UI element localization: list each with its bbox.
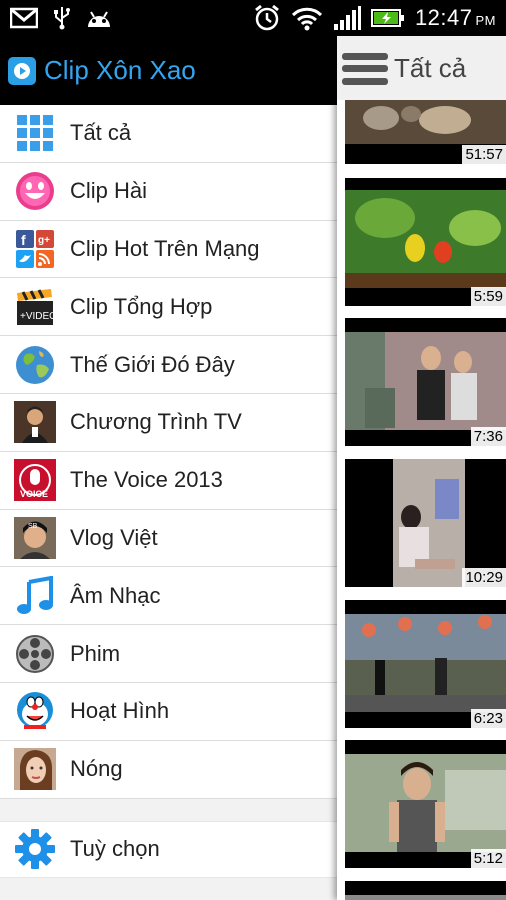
- menu-item-label: Clip Hài: [70, 178, 148, 204]
- menu-item-hoat-hinh[interactable]: Hoạt Hình: [0, 682, 337, 741]
- menu-item-label: Clip Tổng Hợp: [70, 293, 213, 319]
- clock-time: 12:47: [414, 5, 473, 30]
- clock-ampm: PM: [475, 13, 496, 28]
- menu-item-phim[interactable]: Phim: [0, 625, 337, 683]
- video-duration: 5:59: [470, 287, 506, 306]
- smiley-icon: [14, 170, 56, 212]
- video-duration: 51:57: [462, 145, 506, 164]
- menu-item-label: Chương Trình TV: [70, 409, 242, 435]
- video-card[interactable]: 5:59: [337, 178, 506, 318]
- svg-text:VOICE: VOICE: [20, 489, 48, 499]
- menu-item-label: Clip Hot Trên Mạng: [70, 235, 260, 261]
- content-header: Tất cả: [337, 36, 506, 102]
- film-reel-icon: [14, 633, 56, 675]
- android-icon: [88, 11, 110, 27]
- video-duration: 7:36: [470, 427, 506, 446]
- category-menu: Tất cả Clip Hài f g+ Clip Hot Trên Mạng +…: [0, 105, 337, 799]
- svg-text:+VIDEO: +VIDEO: [20, 311, 55, 322]
- signal-icon: [333, 6, 361, 30]
- video-card[interactable]: 7:36: [337, 318, 506, 458]
- svg-text:SB: SB: [28, 523, 38, 530]
- svg-text:f: f: [21, 232, 26, 248]
- video-thumbnail[interactable]: 5:59: [345, 178, 506, 306]
- video-card[interactable]: [337, 881, 506, 900]
- menu-item-label: Thế Giới Đó Đây: [70, 351, 235, 377]
- navigation-drawer: Clip Xôn Xao Tất cả Clip Hài f g+ Clip Ho…: [0, 36, 337, 900]
- menu-item-label: Phim: [70, 640, 121, 666]
- portrait-icon: [14, 748, 56, 791]
- social-icon: f g+: [14, 228, 56, 270]
- screen: 12:47 PM Clip Xôn Xao Tất cả Clip Hài f …: [0, 0, 506, 900]
- video-card[interactable]: 51:57: [337, 100, 506, 166]
- drawer-header: Clip Xôn Xao: [0, 36, 337, 105]
- tv-host-icon: [14, 401, 56, 444]
- app-title: Clip Xôn Xao: [44, 55, 196, 85]
- grid-icon: [14, 112, 56, 154]
- video-card[interactable]: 5:12: [337, 740, 506, 880]
- the-voice-icon: VOICE: [14, 459, 56, 502]
- video-thumbnail[interactable]: 5:12: [345, 740, 506, 868]
- video-feed-panel[interactable]: Tất cả 51:57 5:59 7:36 10:29 6:23 5:12: [337, 36, 506, 900]
- clock: 12:47 PM: [415, 5, 496, 31]
- vlogger-icon: SB: [14, 516, 56, 559]
- menu-item-am-nhac[interactable]: Âm Nhạc: [0, 567, 337, 626]
- menu-divider: [0, 798, 337, 821]
- menu-item-clip-hot[interactable]: f g+ Clip Hot Trên Mạng: [0, 220, 337, 279]
- menu-item-clip-tong-hop[interactable]: +VIDEO Clip Tổng Hợp: [0, 278, 337, 337]
- menu-item-clip-hai[interactable]: Clip Hài: [0, 162, 337, 221]
- usb-icon: [54, 7, 70, 30]
- app-logo-icon: [8, 56, 36, 85]
- video-duration: 10:29: [462, 568, 506, 587]
- menu-item-the-gioi[interactable]: Thế Giới Đó Đây: [0, 336, 337, 394]
- globe-icon: [14, 344, 56, 386]
- video-thumbnail[interactable]: [345, 881, 506, 900]
- menu-item-label: Tất cả: [70, 120, 132, 146]
- video-duration: 6:23: [470, 709, 506, 728]
- menu-item-tat-ca[interactable]: Tất cả: [0, 105, 337, 163]
- gmail-icon: [10, 7, 38, 29]
- music-note-icon: [14, 575, 56, 617]
- settings-label: Tuỳ chọn: [70, 836, 160, 862]
- video-thumbnail[interactable]: 51:57: [345, 100, 506, 164]
- menu-item-chuong-trinh-tv[interactable]: Chương Trình TV: [0, 393, 337, 452]
- content-title: Tất cả: [394, 53, 467, 83]
- menu-item-label: Vlog Việt: [70, 524, 158, 550]
- status-bar: 12:47 PM: [0, 0, 506, 36]
- doraemon-icon: [14, 690, 56, 732]
- svg-text:g+: g+: [38, 235, 50, 246]
- menu-item-vlog-viet[interactable]: SB Vlog Việt: [0, 509, 337, 568]
- menu-item-nong[interactable]: Nóng: [0, 740, 337, 799]
- menu-item-label: Hoạt Hình: [70, 698, 170, 724]
- menu-item-settings[interactable]: Tuỳ chọn: [0, 820, 337, 878]
- video-thumbnail[interactable]: 7:36: [345, 318, 506, 446]
- video-card[interactable]: 10:29: [337, 459, 506, 599]
- clapperboard-icon: +VIDEO: [14, 286, 56, 328]
- gear-icon: [14, 828, 56, 870]
- video-thumbnail[interactable]: 10:29: [345, 459, 506, 587]
- video-card[interactable]: 6:23: [337, 600, 506, 740]
- wifi-icon: [291, 7, 322, 31]
- video-duration: 5:12: [470, 849, 506, 868]
- menu-toggle-icon[interactable]: [342, 49, 388, 89]
- battery-charging-icon: [370, 9, 404, 27]
- video-thumbnail[interactable]: 6:23: [345, 600, 506, 728]
- menu-item-the-voice[interactable]: VOICE The Voice 2013: [0, 451, 337, 510]
- menu-item-label: Nóng: [70, 756, 123, 782]
- menu-item-label: The Voice 2013: [70, 467, 223, 493]
- menu-item-label: Âm Nhạc: [70, 582, 161, 608]
- alarm-icon: [255, 4, 279, 31]
